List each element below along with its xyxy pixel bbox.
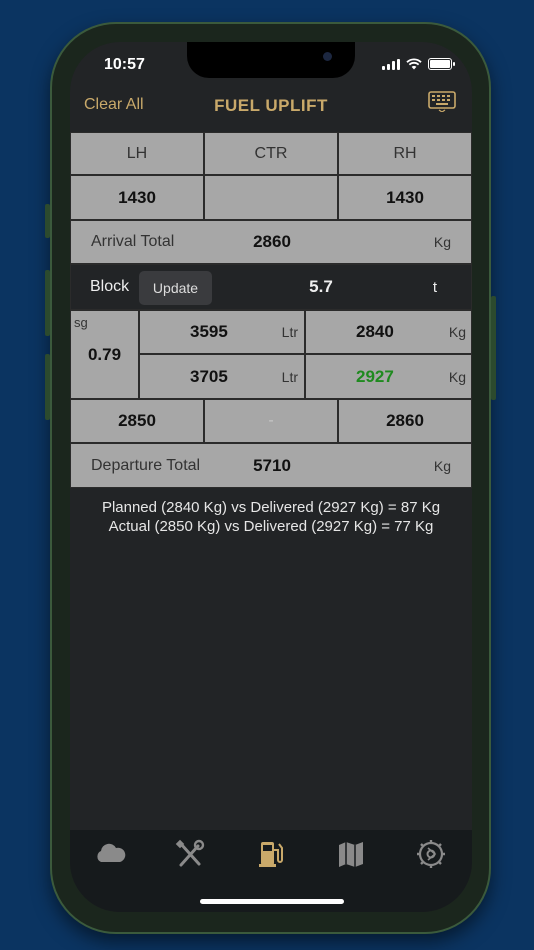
cloud-icon[interactable] <box>92 838 128 870</box>
status-icons <box>382 58 455 70</box>
departure-total-unit: Kg <box>433 457 451 474</box>
departure-rh-input[interactable]: 2860 <box>338 399 472 443</box>
app-screen: 10:57 Clear All FUEL UPLIFT LH CTR RH 14… <box>70 42 472 912</box>
side-button <box>491 296 496 400</box>
delivered-kg-value: 2927 <box>356 366 394 386</box>
fuel-grid: LH CTR RH 1430 1430 Arrival Total 2860 K… <box>70 132 472 488</box>
departure-ctr-input[interactable]: - <box>204 399 338 443</box>
planned-vs-delivered: Planned (2840 Kg) vs Delivered (2927 Kg)… <box>101 499 441 516</box>
sg-value: 0.79 <box>87 344 122 364</box>
tank-header-ctr: CTR <box>204 132 338 175</box>
sg-cell[interactable]: sg 0.79 <box>70 310 139 399</box>
uplift-ltr-1[interactable]: 3595 Ltr <box>139 310 305 354</box>
fuel-pump-icon[interactable] <box>253 838 289 870</box>
arrival-total-value: 2860 <box>253 232 291 251</box>
departure-total-row: Departure Total 5710 Kg <box>70 443 472 488</box>
arrival-total-row: Arrival Total 2860 Kg <box>70 220 472 264</box>
tab-bar <box>70 830 472 912</box>
side-button <box>45 204 50 238</box>
wifi-icon <box>406 58 422 70</box>
sg-label: sg <box>74 315 88 330</box>
arrival-lh-input[interactable]: 1430 <box>70 175 204 220</box>
uplift-ltr-2[interactable]: 3705 Ltr <box>139 354 305 399</box>
map-icon[interactable] <box>333 838 369 870</box>
actual-vs-delivered: Actual (2850 Kg) vs Delivered (2927 Kg) … <box>108 518 434 535</box>
arrival-ctr-input[interactable] <box>204 175 338 220</box>
tank-header-lh: LH <box>70 132 204 175</box>
side-button <box>45 354 50 420</box>
notch <box>187 42 355 78</box>
status-time: 10:57 <box>104 56 145 73</box>
block-unit: t <box>432 278 437 296</box>
tank-header-rh: RH <box>338 132 472 175</box>
block-row: Block Update 5.7 t <box>70 264 472 310</box>
cellular-signal-icon <box>382 58 400 70</box>
uplift-kg-2[interactable]: 2927 Kg <box>305 354 472 399</box>
gear-icon[interactable] <box>413 838 449 870</box>
comparison-summary: Planned (2840 Kg) vs Delivered (2927 Kg)… <box>70 498 472 536</box>
departure-lh-input[interactable]: 2850 <box>70 399 204 443</box>
camera <box>323 52 332 61</box>
uplift-kg-1[interactable]: 2840 Kg <box>305 310 472 354</box>
page-title: FUEL UPLIFT <box>214 96 328 115</box>
arrival-rh-input[interactable]: 1430 <box>338 175 472 220</box>
tools-icon[interactable] <box>172 838 208 870</box>
side-button <box>45 270 50 336</box>
arrival-total-unit: Kg <box>433 234 451 250</box>
keyboard-icon[interactable] <box>428 90 456 112</box>
home-indicator[interactable] <box>200 899 344 904</box>
departure-total-value: 5710 <box>253 455 291 475</box>
block-value: 5.7 <box>309 277 333 296</box>
battery-icon <box>428 58 455 70</box>
